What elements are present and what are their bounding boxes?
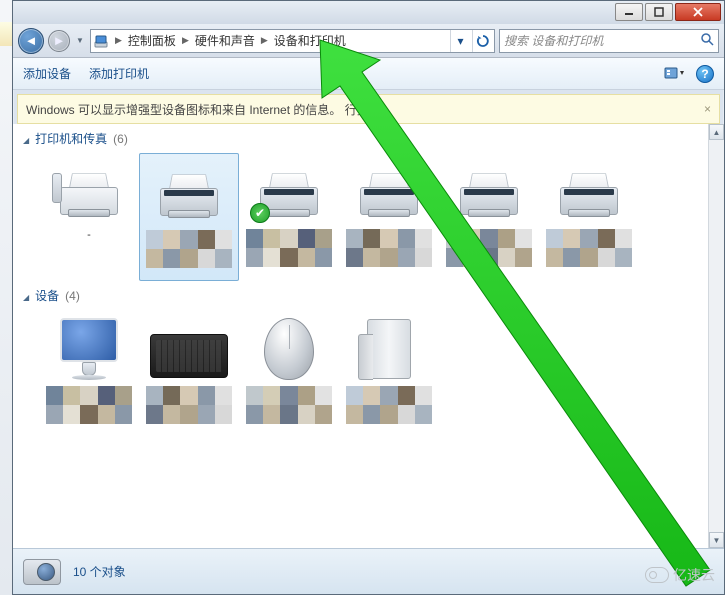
info-bar[interactable]: Windows 可以显示增强型设备图标和来自 Internet 的信息。 行更改… [17,94,720,124]
item-label-blurred [346,386,432,424]
external-drive-icon [367,319,411,379]
details-pane: 10 个对象 [13,548,724,594]
search-icon [700,32,714,49]
arrow-right-icon: ► [53,33,66,48]
monitor-icon [54,316,124,380]
details-icon [23,555,63,589]
item-label-blurred [346,229,432,267]
group-header-devices[interactable]: ◢ 设备 (4) [13,281,708,306]
info-bar-close-icon[interactable]: × [704,102,711,116]
printer-icon [454,163,524,219]
arrow-left-icon: ◄ [25,33,38,48]
device-item-printer[interactable] [439,153,539,281]
breadcrumb-seg-hardware-sound[interactable]: 硬件和声音 [195,32,255,49]
item-label-blurred [546,229,632,267]
watermark-logo-icon [645,567,669,583]
item-label-blurred [46,386,132,424]
help-button[interactable]: ? [696,65,714,83]
command-bar: 添加设备 添加打印机 ? [13,58,724,90]
breadcrumb-sep-icon: ▶ [259,35,270,46]
device-item-keyboard[interactable] [139,310,239,438]
navigation-bar: ◄ ► ▼ ▶ 控制面板 ▶ 硬件和声音 ▶ 设备和打印机 ▾ 搜索 设备和打印… [13,24,724,58]
default-check-icon: ✔ [250,203,270,223]
group-header-printers[interactable]: ◢ 打印机和传真 (6) [13,124,708,149]
group-title: 打印机和传真 [35,130,107,147]
titlebar [13,1,724,24]
search-box[interactable]: 搜索 设备和打印机 [499,29,719,53]
camera-icon [23,559,61,585]
scroll-down-button[interactable]: ▼ [709,532,724,548]
explorer-window: ◄ ► ▼ ▶ 控制面板 ▶ 硬件和声音 ▶ 设备和打印机 ▾ 搜索 设备和打印… [12,0,725,595]
refresh-button[interactable] [472,30,492,52]
device-item-fax[interactable]: - [39,153,139,281]
scroll-track[interactable] [709,140,724,532]
nav-back-button[interactable]: ◄ [18,28,44,54]
group-count: (6) [113,132,128,146]
watermark-text: 亿速云 [673,565,715,585]
item-label-blurred [146,230,232,268]
details-count-text: 10 个对象 [73,563,126,580]
info-bar-text: Windows 可以显示增强型设备图标和来自 Internet 的信息。 行更改… [26,101,391,118]
breadcrumb-sep-icon: ▶ [113,35,124,46]
group-count: (4) [65,289,80,303]
collapse-triangle-icon: ◢ [23,136,29,145]
collapse-triangle-icon: ◢ [23,293,29,302]
printers-items: - ✔ [13,149,708,281]
printer-icon [154,164,224,220]
device-item-printer[interactable] [539,153,639,281]
item-label-blurred [146,386,232,424]
add-printer-button[interactable]: 添加打印机 [89,65,149,82]
content-pane: ◢ 打印机和传真 (6) - ✔ [13,124,708,548]
view-options-button[interactable] [664,65,686,83]
printer-icon [554,163,624,219]
device-item-mouse[interactable] [239,310,339,438]
vertical-scrollbar[interactable]: ▲ ▼ [708,124,724,548]
device-item-monitor[interactable] [39,310,139,438]
item-label-blurred [446,229,532,267]
breadcrumb-seg-devices-printers[interactable]: 设备和打印机 [274,32,346,49]
mouse-icon [264,318,314,380]
devices-items [13,306,708,438]
address-dropdown-button[interactable]: ▾ [450,30,470,52]
breadcrumb-sep-icon: ▶ [180,35,191,46]
device-item-drive[interactable] [339,310,439,438]
device-item-printer-default[interactable]: ✔ [239,153,339,281]
breadcrumb-seg-control-panel[interactable]: 控制面板 [128,32,176,49]
item-label: - [87,229,91,241]
close-button[interactable] [675,3,721,21]
printer-icon [354,163,424,219]
keyboard-icon [150,334,228,378]
fax-icon [54,163,124,219]
nav-forward-button[interactable]: ► [48,30,70,52]
device-item-printer[interactable] [139,153,239,281]
minimize-button[interactable] [615,3,643,21]
device-item-printer[interactable] [339,153,439,281]
group-title: 设备 [35,287,59,304]
item-label-blurred [246,229,332,267]
address-bar[interactable]: ▶ 控制面板 ▶ 硬件和声音 ▶ 设备和打印机 ▾ [90,29,495,53]
scroll-up-button[interactable]: ▲ [709,124,724,140]
search-placeholder: 搜索 设备和打印机 [504,32,603,49]
watermark: 亿速云 [645,565,715,585]
maximize-button[interactable] [645,3,673,21]
nav-history-dropdown[interactable]: ▼ [74,28,86,54]
add-device-button[interactable]: 添加设备 [23,65,71,82]
item-label-blurred [246,386,332,424]
location-icon [93,33,109,49]
